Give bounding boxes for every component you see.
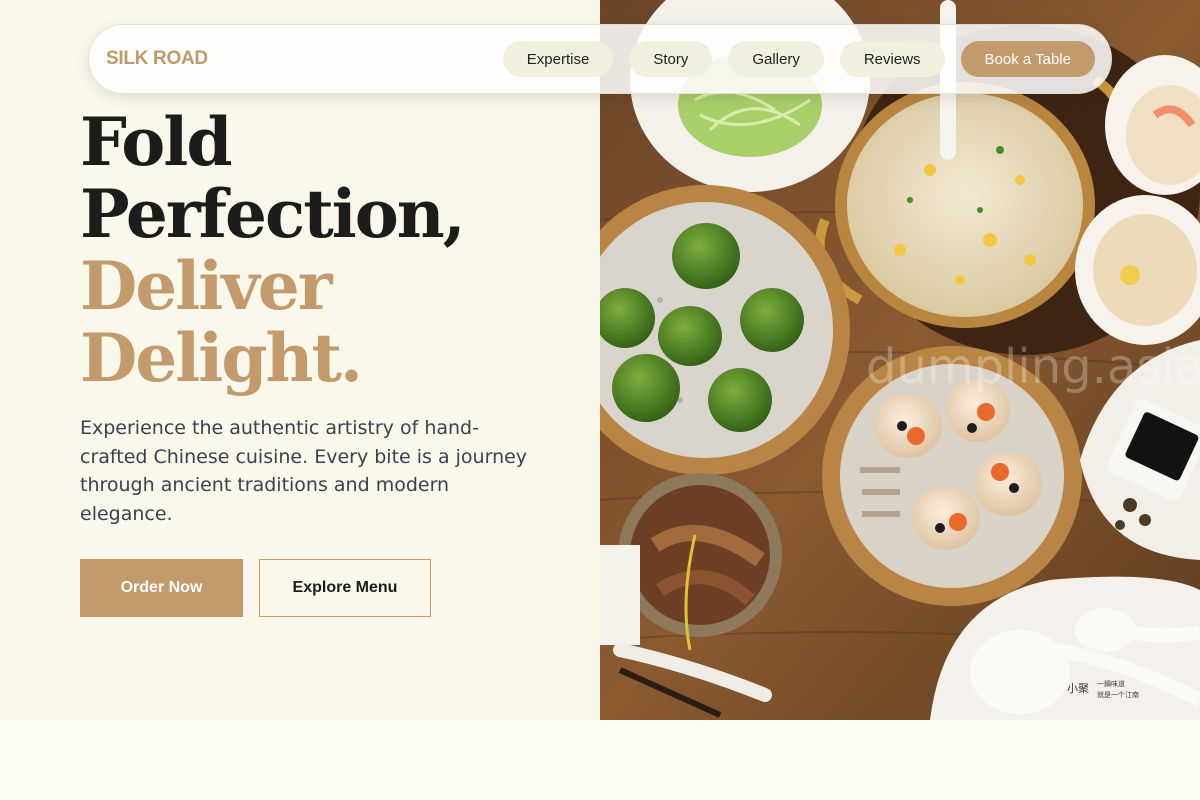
hero-headline: Fold Perfection, Deliver Delight.	[80, 103, 466, 397]
order-now-button[interactable]: Order Now	[80, 559, 243, 617]
nav-links: Expertise Story Gallery Reviews Book a T…	[502, 41, 1095, 77]
hero-subtitle: Experience the authentic artistry of han…	[80, 417, 528, 525]
page-below-hero	[0, 720, 1200, 800]
headline-line-3: Deliver	[80, 247, 332, 325]
hero-food-photo: dumpling.asia 小聚 一鍋味道 就是一个江南	[600, 0, 1200, 720]
sticker-text-2: 就是一个江南	[1097, 690, 1139, 699]
nav-link-reviews[interactable]: Reviews	[839, 41, 945, 77]
nav-link-gallery[interactable]: Gallery	[728, 41, 824, 77]
navbar: SILK ROAD Expertise Story Gallery Review…	[88, 24, 1112, 94]
brand-logo[interactable]: SILK ROAD	[106, 48, 208, 70]
watermark-text: dumpling.asia	[866, 339, 1200, 395]
nav-link-story[interactable]: Story	[629, 41, 713, 77]
headline-line-1: Fold	[80, 103, 232, 181]
book-table-button[interactable]: Book a Table	[960, 41, 1095, 77]
explore-menu-button[interactable]: Explore Menu	[259, 559, 431, 617]
headline-line-4: Delight.	[80, 319, 363, 397]
nav-link-expertise[interactable]: Expertise	[502, 41, 614, 77]
headline-line-2: Perfection,	[80, 175, 466, 253]
sticker-text-1: 一鍋味道	[1097, 679, 1125, 688]
restaurant-logo-text: 小聚	[1067, 682, 1089, 695]
